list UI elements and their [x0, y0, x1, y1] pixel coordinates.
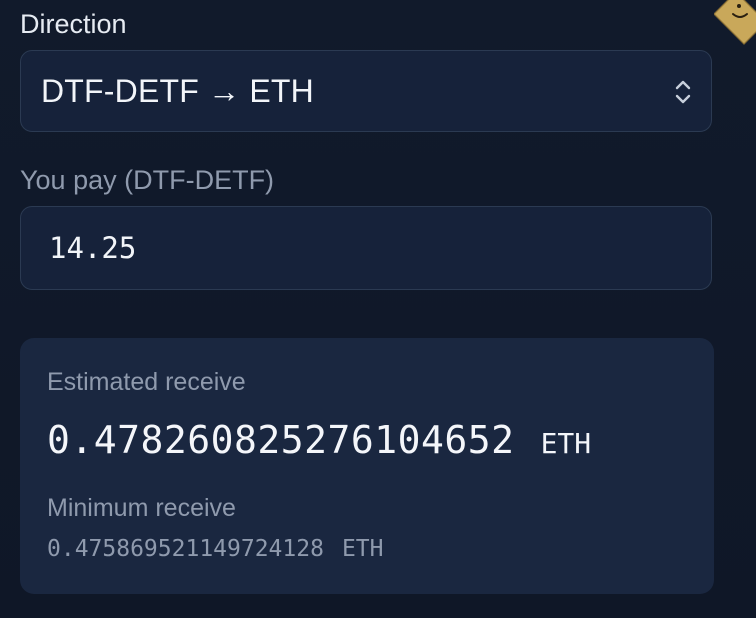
direction-select[interactable]: DTF-DETF → ETH: [20, 50, 712, 132]
direction-select-value: DTF-DETF → ETH: [41, 72, 314, 109]
pay-label: You pay (DTF-DETF): [20, 165, 275, 195]
minimum-receive-value: 0.475869521149724128: [47, 536, 324, 562]
smiley-badge-icon[interactable]: [714, 0, 756, 50]
pay-amount-input[interactable]: [20, 206, 712, 290]
estimated-receive-value: 0.478260825276104652: [47, 418, 515, 462]
direction-label: Direction: [20, 9, 127, 39]
chevron-up-down-icon: [675, 80, 691, 104]
minimum-receive-unit: ETH: [341, 536, 384, 562]
estimated-receive-row: 0.478260825276104652 ETH: [47, 418, 591, 462]
minimum-receive-label: Minimum receive: [47, 494, 236, 522]
estimated-receive-label: Estimated receive: [47, 368, 246, 396]
estimated-receive-unit: ETH: [540, 427, 592, 460]
receive-summary-card: Estimated receive 0.478260825276104652 E…: [20, 338, 714, 594]
minimum-receive-row: 0.475869521149724128 ETH: [47, 536, 384, 562]
